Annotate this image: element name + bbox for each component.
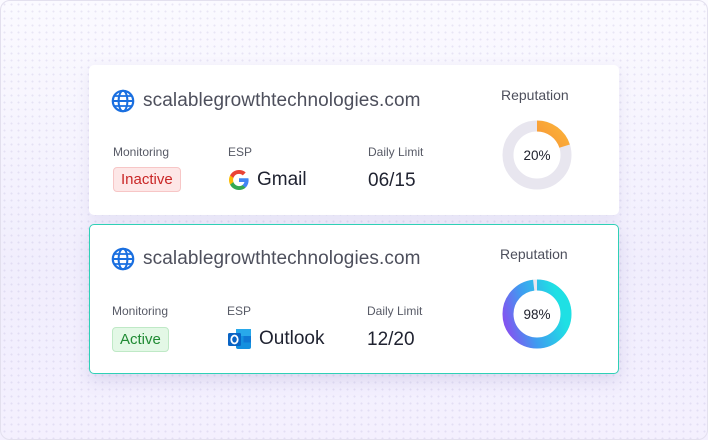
reputation-label: Reputation (501, 87, 569, 103)
domain-card-2[interactable]: scalablegrowthtechnologies.com Monitorin… (89, 224, 619, 374)
daily-limit-value: 12/20 (367, 329, 415, 350)
esp-label: ESP (228, 145, 253, 159)
daily-limit-value: 06/15 (368, 170, 416, 191)
domain-row: scalablegrowthtechnologies.com (111, 89, 421, 113)
outlook-icon (228, 329, 251, 349)
globe-icon (111, 247, 135, 271)
esp-label: ESP (227, 304, 252, 318)
monitoring-status-badge[interactable]: Inactive (113, 167, 181, 192)
daily-limit-label: Daily Limit (367, 304, 423, 318)
domain-card-1[interactable]: scalablegrowthtechnologies.com Monitorin… (89, 65, 619, 215)
google-icon (229, 170, 249, 190)
reputation-donut: 98% (502, 279, 572, 349)
esp-name: Gmail (257, 169, 307, 190)
monitoring-label: Monitoring (113, 145, 170, 159)
reputation-donut: 20% (502, 120, 572, 190)
monitoring-label: Monitoring (112, 304, 169, 318)
reputation-percent: 98% (523, 307, 550, 322)
reputation-percent: 20% (523, 148, 550, 163)
domain-name: scalablegrowthtechnologies.com (143, 90, 421, 111)
esp-name: Outlook (259, 328, 325, 349)
esp-value: Gmail (227, 168, 307, 192)
reputation-label: Reputation (500, 246, 568, 262)
esp-value: Outlook (227, 326, 324, 352)
globe-icon (111, 89, 135, 113)
daily-limit-label: Daily Limit (368, 145, 424, 159)
domain-name: scalablegrowthtechnologies.com (143, 248, 421, 269)
domain-row: scalablegrowthtechnologies.com (111, 247, 421, 271)
monitoring-status-badge[interactable]: Active (112, 327, 169, 352)
